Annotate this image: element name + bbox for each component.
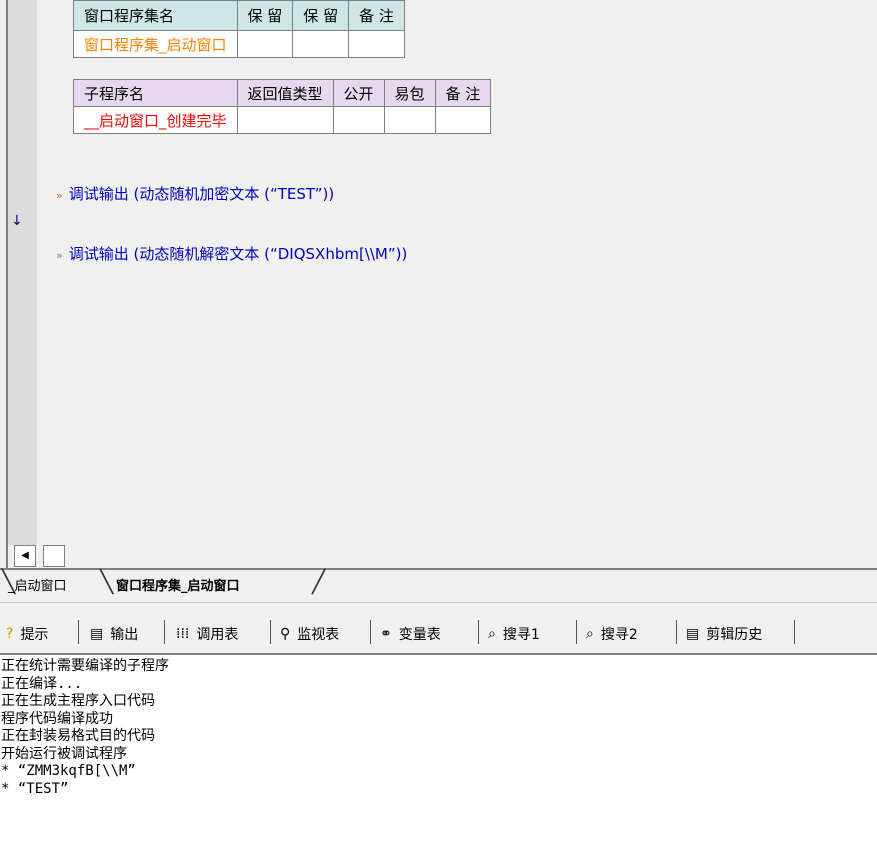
- tab-label: 变量表: [398, 627, 441, 643]
- panel-splitter[interactable]: [0, 602, 877, 610]
- tab-separator: [676, 620, 677, 644]
- line-marker-icon: »: [56, 249, 63, 262]
- code-line-text: 调试输出 (动态随机解密文本 (“DIQSXhbm[\\M”)): [68, 245, 408, 263]
- easy-package-cell[interactable]: [383, 106, 436, 134]
- tab-separator: [78, 620, 79, 644]
- tool-tab-bar: ? 提示 ▤ 输出 ⁞⁞⁞ 调用表 ⚲ 监视表 ⚭ 变量表 ⌕ 搜寻1 ⌕ 搜寻2 ▤ 剪辑历史: [0, 610, 877, 655]
- header-reserved-1: 保 留: [236, 0, 294, 31]
- tab-startup-window[interactable]: _启动窗口: [8, 575, 67, 594]
- watch-icon: ⚲: [280, 626, 291, 642]
- output-panel[interactable]: 正在统计需要编译的子程序 正在编译... 正在生成主程序入口代码 程序代码编译成…: [0, 655, 877, 845]
- header-reserved-2: 保 留: [292, 0, 350, 31]
- output-line: 程序代码编译成功: [1, 710, 113, 727]
- tab-label: 提示: [20, 627, 49, 643]
- window-assembly-table: 窗口程序集名 保 留 保 留 备 注 窗口程序集_启动窗口: [73, 0, 405, 58]
- code-line[interactable]: » 调试输出 (动态随机加密文本 (“TEST”)): [56, 183, 334, 204]
- search2-icon: ⌕: [586, 626, 594, 642]
- output-line: 正在统计需要编译的子程序: [1, 658, 169, 674]
- header-sub-remark: 备 注: [434, 79, 492, 107]
- tab-edge: ╱: [312, 570, 326, 595]
- tab-label: 输出: [110, 627, 139, 643]
- header-remark: 备 注: [348, 0, 405, 31]
- header-subroutine-name: 子程序名: [73, 79, 238, 107]
- reserved-1-cell[interactable]: [236, 30, 294, 58]
- tab-separator: [478, 620, 479, 644]
- tab-watch-table[interactable]: ⚲ 监视表: [280, 622, 339, 646]
- tab-label: 监视表: [297, 627, 340, 643]
- window-assembly-name-cell[interactable]: 窗口程序集_启动窗口: [73, 30, 238, 58]
- output-line: * “ZMM3kqfB[\\M”: [1, 763, 136, 779]
- file-tab-bar: ╲ _启动窗口 ╲ 窗口程序集_启动窗口 ╱: [0, 568, 877, 602]
- tab-tip[interactable]: ? 提示: [6, 622, 48, 646]
- call-table-icon: ⁞⁞⁞: [176, 626, 190, 642]
- tab-call-table[interactable]: ⁞⁞⁞ 调用表: [176, 622, 238, 646]
- tab-separator: [164, 620, 165, 644]
- tab-label: 剪辑历史: [706, 627, 763, 643]
- tab-search-2[interactable]: ⌕ 搜寻2: [586, 622, 638, 646]
- output-line: 开始运行被调试程序: [1, 745, 127, 762]
- output-line: 正在编译...: [1, 675, 83, 692]
- tab-clipboard-history[interactable]: ▤ 剪辑历史: [686, 622, 762, 646]
- code-line[interactable]: » 调试输出 (动态随机解密文本 (“DIQSXhbm[\\M”)): [56, 243, 407, 264]
- current-line-arrow-icon: ↓: [11, 213, 23, 229]
- tab-output[interactable]: ▤ 输出: [90, 622, 138, 646]
- horizontal-scrollbar[interactable]: ◀: [8, 545, 877, 568]
- variable-icon: ⚭: [380, 626, 392, 642]
- tab-separator: [270, 620, 271, 644]
- subroutine-table: 子程序名 返回值类型 公开 易包 备 注 __启动窗口_创建完毕: [73, 79, 492, 134]
- tab-separator: [576, 620, 577, 644]
- code-line-text: 调试输出 (动态随机加密文本 (“TEST”)): [68, 185, 335, 203]
- header-easy-package: 易包: [383, 79, 436, 107]
- output-line: * “TEST”: [1, 780, 69, 797]
- tab-variable-table[interactable]: ⚭ 变量表: [380, 622, 441, 646]
- search1-icon: ⌕: [488, 626, 496, 642]
- return-type-cell[interactable]: [236, 106, 334, 134]
- sub-remark-cell[interactable]: [434, 106, 492, 134]
- output-icon: ▤: [90, 626, 104, 642]
- scroll-right-button[interactable]: [43, 545, 65, 567]
- tip-icon: ?: [6, 626, 14, 642]
- line-marker-icon: »: [56, 189, 63, 202]
- scroll-left-button[interactable]: ◀: [14, 545, 36, 567]
- clipboard-history-icon: ▤: [686, 626, 700, 642]
- tab-separator: [370, 620, 371, 644]
- tab-label: 搜寻2: [600, 627, 638, 643]
- subroutine-name-cell[interactable]: __启动窗口_创建完毕: [73, 106, 238, 134]
- remark-cell[interactable]: [348, 30, 405, 58]
- output-line: 正在封装易格式目的代码: [1, 728, 155, 744]
- output-line: 正在生成主程序入口代码: [1, 693, 155, 709]
- tab-separator: [794, 620, 795, 644]
- reserved-2-cell[interactable]: [292, 30, 350, 58]
- tab-label: 调用表: [196, 627, 239, 643]
- tab-edge: ╲: [100, 570, 114, 595]
- header-public: 公开: [332, 79, 385, 107]
- public-cell[interactable]: [332, 106, 385, 134]
- tab-label: 搜寻1: [502, 627, 540, 643]
- tab-window-assembly[interactable]: 窗口程序集_启动窗口: [116, 575, 240, 594]
- editor-gutter: [8, 0, 37, 545]
- header-return-type: 返回值类型: [236, 79, 334, 107]
- header-window-assembly-name: 窗口程序集名: [73, 0, 238, 31]
- code-editor[interactable]: ↓ 窗口程序集名 保 留 保 留 备 注 窗口程序集_启动窗口 子程序名 返回值…: [0, 0, 877, 568]
- tab-search-1[interactable]: ⌕ 搜寻1: [488, 622, 540, 646]
